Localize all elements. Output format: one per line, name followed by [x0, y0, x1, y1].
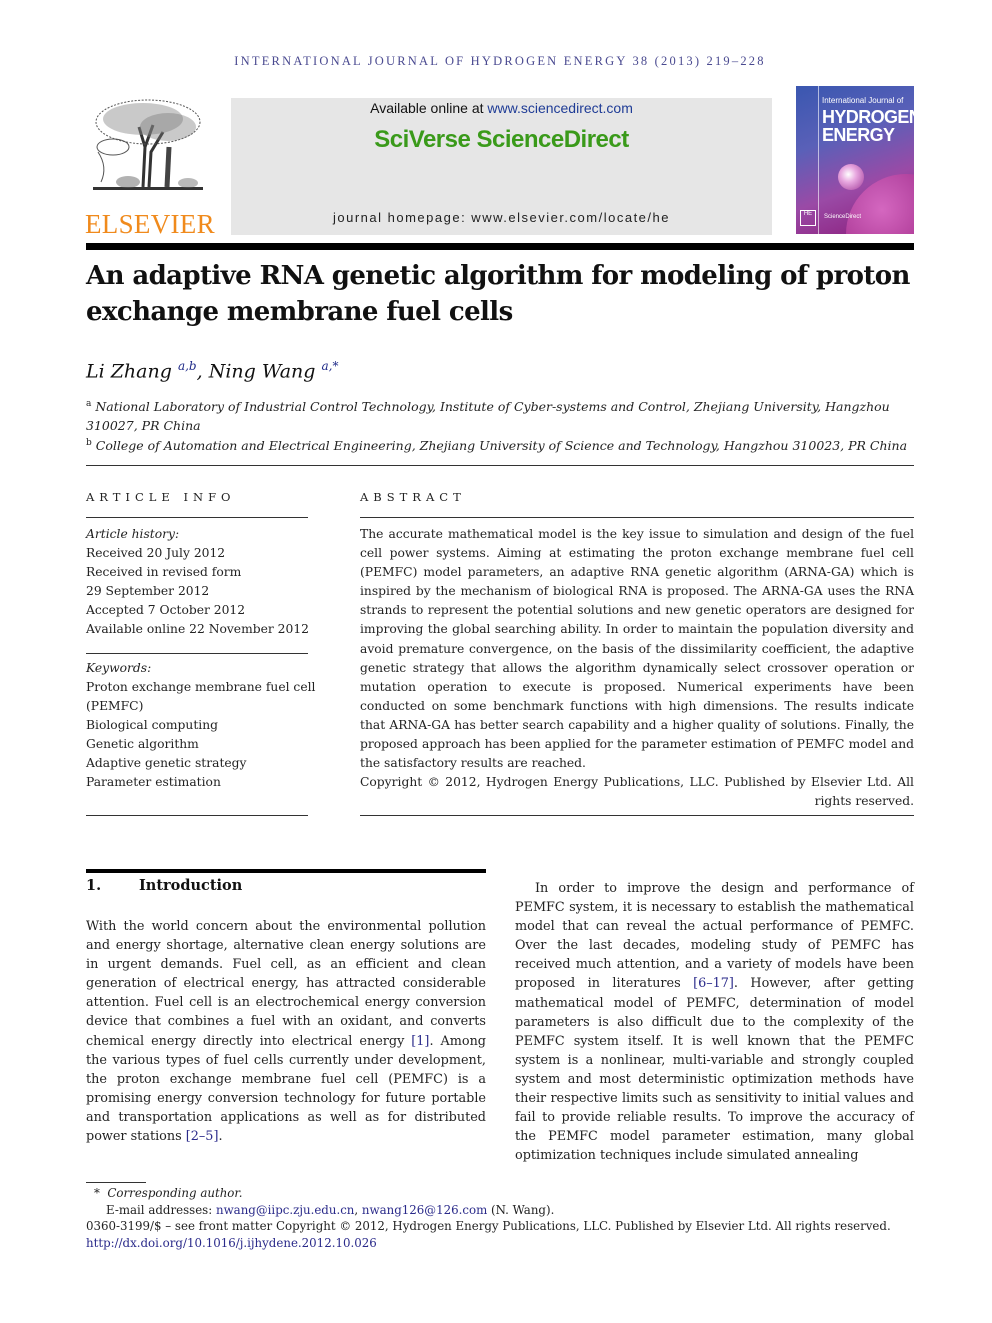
corresponding-author-text: Corresponding author.: [107, 1186, 243, 1200]
affiliation-text: National Laboratory of Industrial Contro…: [86, 399, 890, 434]
footnote-mark: *: [94, 1186, 100, 1200]
available-online: Available online at www.sciencedirect.co…: [231, 100, 772, 116]
citation-link[interactable]: [1]: [411, 1034, 429, 1049]
cover-title: HYDROGEN ENERGY: [822, 108, 914, 144]
available-online-prefix: Available online at: [370, 100, 488, 116]
divider: [86, 653, 308, 655]
email-link[interactable]: nwang126@126.com: [362, 1203, 487, 1217]
cover-sciencedirect-mark: ScienceDirect: [824, 214, 862, 220]
author-affiliation-marks[interactable]: a,*: [322, 359, 339, 373]
article-title: An adaptive RNA genetic algorithm for mo…: [86, 261, 910, 327]
paragraph-text: With the world concern about the environ…: [86, 919, 486, 1049]
paragraph-text: . However, after getting mathematical mo…: [515, 976, 914, 1164]
author-name[interactable]: Li Zhang: [86, 360, 172, 382]
elsevier-logo[interactable]: ELSEVIER: [85, 97, 215, 239]
paragraph-text: In order to improve the design and perfo…: [515, 881, 914, 992]
history-item: Available online 22 November 2012: [86, 622, 309, 636]
running-head: INTERNATIONAL JOURNAL OF HYDROGEN ENERGY…: [234, 54, 766, 68]
abstract-body: The accurate mathematical model is the k…: [360, 525, 914, 811]
journal-homepage[interactable]: journal homepage: www.elsevier.com/locat…: [231, 210, 772, 225]
keyword-item: Parameter estimation: [86, 775, 221, 789]
footnotes: * Corresponding author. E-mail addresses…: [86, 1185, 916, 1251]
keyword-item: Genetic algorithm: [86, 737, 199, 751]
author-list: Li Zhang a,b, Ning Wang a,*: [86, 359, 338, 382]
affiliation-text: College of Automation and Electrical Eng…: [95, 438, 908, 454]
footnote-divider: [86, 1182, 146, 1183]
keyword-item: (PEMFC): [86, 699, 144, 713]
article-history: Article history: Received 20 July 2012 R…: [86, 525, 321, 639]
cover-divider: [818, 86, 819, 234]
citation-link[interactable]: [2–5]: [186, 1129, 219, 1144]
author-name[interactable]: Ning Wang: [209, 360, 316, 382]
keyword-item: Adaptive genetic strategy: [86, 756, 247, 770]
section-number: 1.: [86, 877, 102, 894]
abstract-text: The accurate mathematical model is the k…: [360, 527, 914, 771]
section-heading: 1. Introduction: [86, 877, 242, 894]
sciencedirect-link[interactable]: www.sciencedirect.com: [487, 100, 633, 116]
paragraph: In order to improve the design and perfo…: [515, 879, 914, 1165]
elsevier-wordmark: ELSEVIER: [85, 209, 215, 239]
divider: [360, 815, 914, 817]
cover-he-badge: HE: [800, 210, 816, 226]
citation-link[interactable]: [6–17]: [693, 976, 734, 991]
keywords-heading: Keywords:: [86, 661, 152, 675]
affiliation-b: b College of Automation and Electrical E…: [86, 434, 916, 455]
affiliation-mark: a: [86, 399, 92, 409]
abstract-copyright: Copyright © 2012, Hydrogen Energy Public…: [360, 775, 914, 809]
body-column-right: In order to improve the design and perfo…: [515, 879, 914, 1165]
cover-journal-line: International Journal of: [822, 96, 904, 105]
affiliation-mark: b: [86, 438, 92, 448]
divider: [86, 465, 914, 467]
history-item: Received in revised form: [86, 565, 242, 579]
history-item: Accepted 7 October 2012: [86, 603, 246, 617]
keyword-item: Proton exchange membrane fuel cell: [86, 680, 316, 694]
sciverse-sciencedirect-logo[interactable]: SciVerse ScienceDirect: [231, 126, 772, 154]
article-history-heading: Article history:: [86, 527, 180, 541]
section-divider: [86, 869, 486, 873]
keywords: Keywords: Proton exchange membrane fuel …: [86, 659, 321, 792]
divider: [86, 517, 308, 519]
email-owner: (N. Wang).: [487, 1202, 555, 1217]
email-addresses: E-mail addresses: nwang@iipc.zju.edu.cn,…: [86, 1202, 916, 1219]
section-title: Introduction: [139, 877, 243, 894]
paragraph-text: . Among the various types of fuel cells …: [86, 1033, 487, 1145]
paragraph-text: .: [218, 1129, 223, 1145]
corresponding-author-note: * Corresponding author.: [86, 1185, 916, 1202]
author-separator: ,: [196, 360, 209, 383]
divider: [86, 815, 308, 817]
email-separator: ,: [354, 1202, 362, 1217]
journal-cover[interactable]: International Journal of HYDROGEN ENERGY…: [796, 86, 914, 234]
email-link[interactable]: nwang@iipc.zju.edu.cn: [216, 1203, 354, 1217]
sciencedirect-banner: Available online at www.sciencedirect.co…: [231, 98, 772, 235]
doi-link[interactable]: http://dx.doi.org/10.1016/j.ijhydene.201…: [86, 1235, 916, 1252]
history-item: 29 September 2012: [86, 584, 210, 598]
body-column-left: With the world concern about the environ…: [86, 917, 486, 1146]
cover-orb-graphic: [838, 164, 864, 190]
abstract-heading: ABSTRACT: [360, 490, 466, 504]
author-affiliation-marks[interactable]: a,b: [178, 359, 197, 373]
affiliation-a: a National Laboratory of Industrial Cont…: [86, 395, 916, 435]
history-item: Received 20 July 2012: [86, 546, 226, 560]
elsevier-tree-icon: [93, 99, 203, 190]
cover-title-line2: ENERGY: [822, 125, 895, 145]
cover-title-line1: HYDROGEN: [822, 107, 914, 127]
header-divider: [86, 243, 914, 250]
article-info-heading: ARTICLE INFO: [86, 490, 236, 504]
issn-copyright-line: 0360-3199/$ – see front matter Copyright…: [86, 1219, 891, 1233]
keyword-item: Biological computing: [86, 718, 218, 732]
divider: [360, 517, 914, 519]
email-label: E-mail addresses:: [106, 1202, 216, 1217]
